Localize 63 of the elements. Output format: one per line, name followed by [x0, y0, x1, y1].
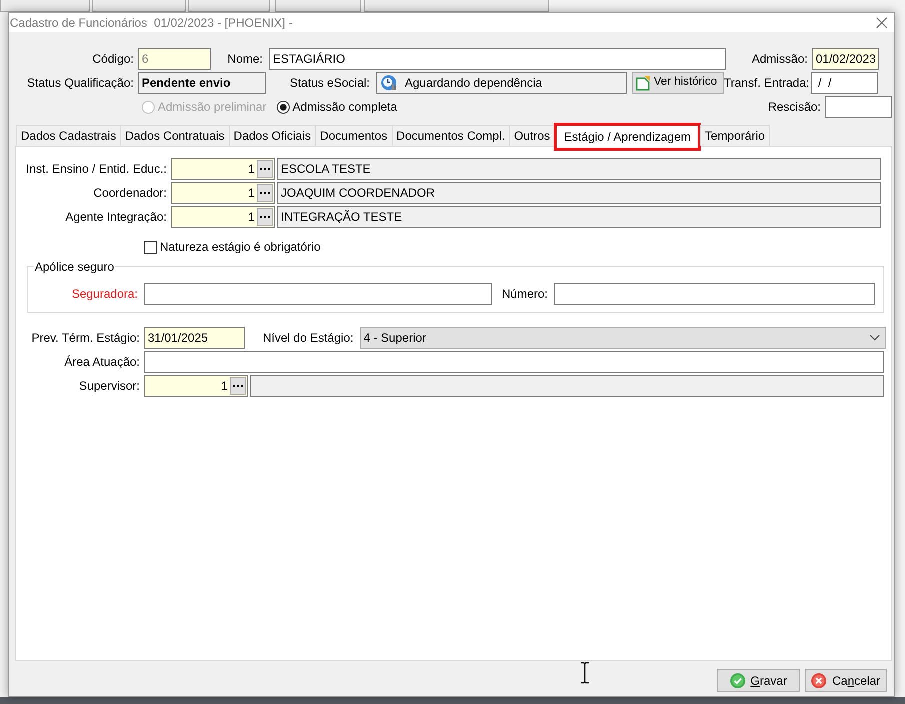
code-field[interactable]: 1 — [171, 182, 275, 204]
status-field: Aguardando dependência — [376, 72, 627, 94]
cancel-icon — [811, 672, 828, 688]
field-label: Coordenador: — [92, 185, 168, 202]
clock-icon — [381, 75, 397, 91]
field-label: Status eSocial: — [288, 75, 371, 92]
background-tab[interactable] — [92, 0, 186, 12]
insurer-field[interactable] — [144, 283, 492, 305]
date-field[interactable] — [825, 96, 892, 118]
background-tab[interactable] — [0, 0, 90, 12]
field-label: Agente Integração: — [64, 209, 168, 226]
background-tab[interactable] — [275, 0, 361, 12]
field-label: Nome: — [226, 51, 264, 68]
radio-label: Admissão completa — [292, 99, 398, 116]
field-label: Inst. Ensino / Entid. Educ.: — [25, 161, 168, 178]
check-icon — [730, 672, 746, 688]
background-tab[interactable] — [364, 0, 549, 12]
background-tab[interactable] — [188, 0, 270, 12]
code-field[interactable]: 1 — [171, 206, 275, 228]
name-field: INTEGRAÇÃO TESTE — [277, 206, 881, 228]
name-field: ESCOLA TESTE — [277, 158, 881, 180]
history-button[interactable]: Ver histórico — [632, 72, 724, 94]
tab[interactable]: Temporário — [700, 125, 770, 146]
field-label: Prev. Térm. Estágio: — [30, 330, 141, 347]
lookup-button[interactable] — [257, 184, 273, 202]
field-label: Nível do Estágio: — [263, 330, 355, 347]
status-field: Pendente envio — [138, 72, 266, 94]
field-label: Seguradora: — [70, 286, 139, 303]
field-label: Rescisão: — [767, 99, 822, 116]
field-label: Código: — [92, 51, 135, 68]
document-icon — [635, 75, 651, 91]
window-title: Cadastro de Funcionários 01/02/2023 - [PHOENIX] - — [10, 14, 293, 32]
field-label: Número: — [502, 286, 550, 303]
checkbox-label: Natureza estágio é obrigatório — [160, 239, 321, 256]
close-button[interactable] — [876, 16, 888, 28]
checkbox[interactable] — [144, 240, 157, 254]
field-label: Área Atuação: — [64, 354, 141, 371]
date-field[interactable]: 31/01/2025 — [144, 327, 245, 349]
tab[interactable]: Estágio / Aprendizagem — [554, 123, 702, 151]
level-select[interactable]: 4 - Superior — [360, 327, 886, 349]
chevron-down-icon — [870, 335, 880, 341]
radio-button[interactable] — [276, 100, 290, 114]
field-label: Supervisor: — [78, 378, 141, 395]
lookup-button[interactable] — [230, 377, 246, 395]
field-label: Admissão: — [750, 51, 809, 68]
tab[interactable]: Dados Cadastrais — [16, 125, 122, 146]
date-field[interactable]: 01/02/2023 — [812, 48, 879, 70]
radio-label: Admissão preliminar — [158, 99, 267, 116]
name-field: JOAQUIM COORDENADOR — [277, 182, 881, 204]
field-label: Status Qualificação: — [26, 75, 135, 92]
cancel-button[interactable]: Cancelar — [805, 669, 887, 692]
text-field[interactable] — [144, 351, 884, 373]
date-field[interactable]: / / — [811, 72, 878, 94]
code-field[interactable]: 1 — [171, 158, 275, 180]
close-icon — [876, 16, 888, 28]
text-cursor-icon — [580, 662, 590, 684]
number-field[interactable] — [554, 283, 876, 305]
lookup-button[interactable] — [257, 160, 273, 178]
code-field[interactable]: 1 — [144, 375, 248, 397]
lookup-button[interactable] — [257, 208, 273, 226]
save-button[interactable]: Gravar — [717, 669, 800, 692]
name-field[interactable]: ESTAGIÁRIO — [269, 48, 726, 70]
field-label: Transf. Entrada: — [724, 75, 811, 92]
